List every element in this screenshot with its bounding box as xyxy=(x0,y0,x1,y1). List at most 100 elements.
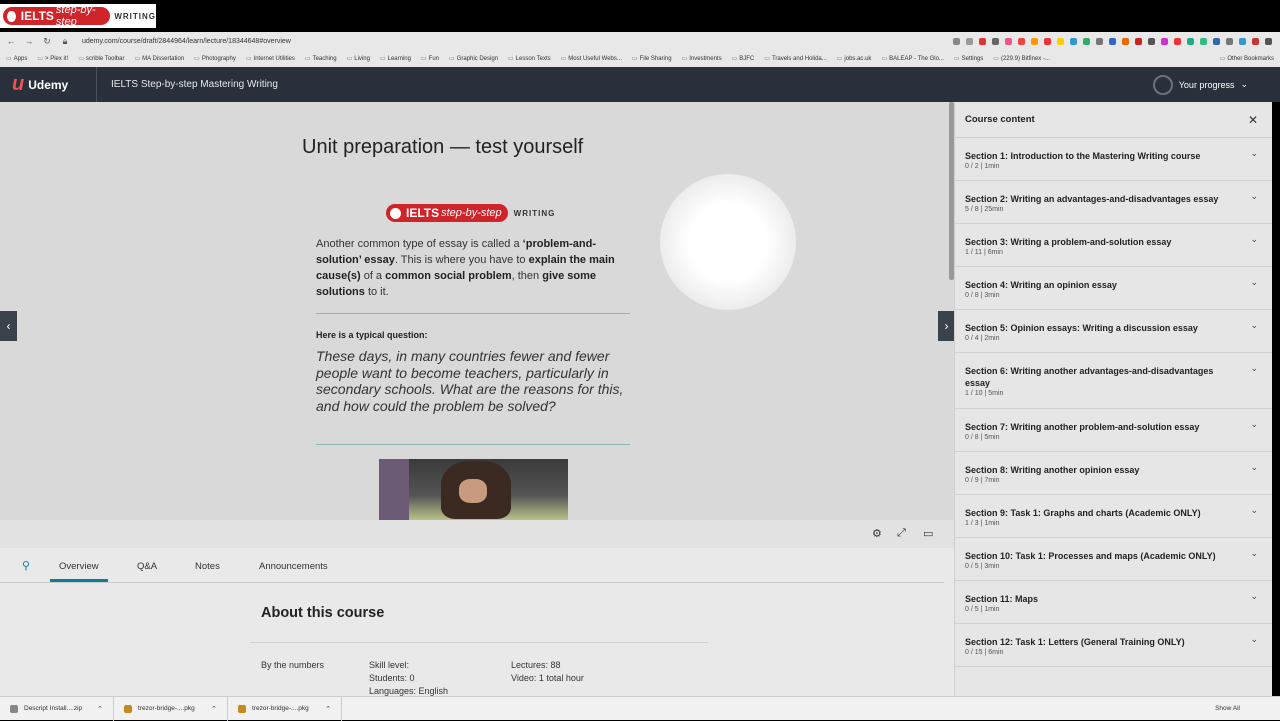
bookmark-item[interactable]: Graphic Design xyxy=(449,55,498,62)
video-length: Video: 1 total hour xyxy=(511,673,584,683)
bookmark-item[interactable]: Apps xyxy=(6,55,28,62)
download-item[interactable]: trezor-bridge-....pkg ⌃ xyxy=(228,696,342,721)
sidebar-section[interactable]: Section 6: Writing another advantages-an… xyxy=(955,353,1272,409)
bookmark-item[interactable]: BJFC xyxy=(732,55,754,62)
progress-button[interactable]: Your progress ⌄ xyxy=(1152,74,1280,95)
slide-text: to it. xyxy=(364,286,389,298)
extension-icon[interactable] xyxy=(1083,37,1090,45)
download-item[interactable]: Descript Install....zip ⌃ xyxy=(0,696,114,721)
settings-gear-icon[interactable]: ⚙ xyxy=(872,527,882,540)
course-title[interactable]: IELTS Step-by-step Mastering Writing xyxy=(97,79,278,90)
bookmark-item[interactable]: Settings xyxy=(954,55,984,62)
url-bar[interactable]: udemy.com/course/draft/2844964/learn/lec… xyxy=(82,38,291,45)
back-arrow-icon[interactable]: ← xyxy=(6,36,16,46)
sidebar-section[interactable]: Section 5: Opinion essays: Writing a dis… xyxy=(955,310,1272,353)
bookmark-item[interactable]: Internet Utilities xyxy=(246,55,295,62)
extension-icon[interactable] xyxy=(979,37,986,45)
section-meta: 0 / 2 | 1min xyxy=(965,163,1000,170)
bookmark-item[interactable]: (229.9) Bitfinex -... xyxy=(993,55,1050,62)
sidebar-section[interactable]: Section 4: Writing an opinion essay 0 / … xyxy=(955,267,1272,310)
fullscreen-icon[interactable]: ⤢ xyxy=(897,527,906,540)
extension-icon[interactable] xyxy=(1200,37,1207,45)
extension-icon[interactable] xyxy=(1109,37,1116,45)
star-icon[interactable] xyxy=(966,37,973,45)
by-numbers-label: By the numbers xyxy=(261,660,325,670)
bookmark-item[interactable]: jobs.ac.uk xyxy=(837,55,871,62)
overlay-logo-main: IELTS xyxy=(20,9,54,23)
reload-icon[interactable]: ↻ xyxy=(42,36,52,47)
section-meta: 0 / 9 | 7min xyxy=(965,477,1000,484)
extension-icon[interactable] xyxy=(1096,37,1103,45)
progress-label: Your progress xyxy=(1178,79,1235,90)
tab-qa[interactable]: Q&A xyxy=(137,561,157,572)
bookmark-item[interactable]: MA Dissertation xyxy=(134,55,184,62)
extension-icon[interactable] xyxy=(1070,37,1077,45)
theater-mode-icon[interactable]: ▭ xyxy=(923,527,933,540)
bookmark-item[interactable]: Lesson Texts xyxy=(508,55,551,62)
extension-icon[interactable] xyxy=(1239,37,1246,45)
extension-icon[interactable] xyxy=(1122,37,1129,45)
extension-icon[interactable] xyxy=(1018,37,1025,45)
extension-icon[interactable] xyxy=(1135,37,1142,45)
avatar-icon[interactable] xyxy=(1252,37,1259,45)
tab-notes[interactable]: Notes xyxy=(195,561,220,572)
udemy-logo[interactable]: u Udemy xyxy=(0,73,96,96)
bookmark-item[interactable]: Most Useful Webs... xyxy=(561,55,622,62)
zoom-icon[interactable] xyxy=(953,37,960,45)
extension-icon[interactable] xyxy=(1226,37,1233,45)
bookmark-item[interactable]: Learning xyxy=(380,55,411,62)
sidebar-section[interactable]: Section 7: Writing another problem-and-s… xyxy=(955,409,1272,452)
extension-icon[interactable] xyxy=(1174,37,1181,45)
next-lecture-button[interactable]: › xyxy=(938,311,954,341)
chevron-up-icon[interactable]: ⌃ xyxy=(97,705,103,713)
slide-text: of a xyxy=(360,270,386,282)
extension-icon[interactable] xyxy=(1005,37,1012,45)
forward-arrow-icon[interactable]: → xyxy=(24,36,34,46)
bookmark-item[interactable]: > Plex it! xyxy=(37,55,68,62)
bookmark-item[interactable]: BALEAP - The Glo... xyxy=(881,55,944,62)
lecture-player[interactable]: Unit preparation — test yourself IELTS s… xyxy=(0,102,954,520)
show-all-downloads[interactable]: Show All xyxy=(1215,705,1280,712)
other-bookmarks[interactable]: Other Bookmarks xyxy=(1220,55,1280,62)
slide-text: , then xyxy=(511,270,543,282)
chevron-up-icon[interactable]: ⌃ xyxy=(211,705,217,713)
cursor-highlight xyxy=(660,174,796,310)
bookmark-item[interactable]: Teaching xyxy=(305,55,337,62)
udemy-u-icon: u xyxy=(12,73,25,95)
about-title: About this course xyxy=(261,605,385,621)
downloads-bar: Descript Install....zip ⌃ trezor-bridge-… xyxy=(0,696,1280,721)
tab-overview[interactable]: Overview xyxy=(59,561,99,572)
chevron-up-icon[interactable]: ⌃ xyxy=(325,705,331,713)
sidebar-section[interactable]: Section 8: Writing another opinion essay… xyxy=(955,452,1272,495)
bookmark-item[interactable]: Travels and Holida... xyxy=(764,55,827,62)
course-tabs: ⚲ Overview Q&A Notes Announcements xyxy=(0,548,944,583)
bookmark-item[interactable]: Photography xyxy=(194,55,236,62)
sidebar-section[interactable]: Section 10: Task 1: Processes and maps (… xyxy=(955,538,1272,581)
extension-icon[interactable] xyxy=(1044,37,1051,45)
extension-icon[interactable] xyxy=(1161,37,1168,45)
sidebar-section[interactable]: Section 1: Introduction to the Mastering… xyxy=(955,138,1272,181)
extension-icon[interactable] xyxy=(1031,37,1038,45)
download-item[interactable]: trezor-bridge-....pkg ⌃ xyxy=(114,696,228,721)
tab-announcements[interactable]: Announcements xyxy=(259,561,328,572)
menu-dots-icon[interactable] xyxy=(1265,37,1272,45)
extension-icon[interactable] xyxy=(1148,37,1155,45)
sidebar-section[interactable]: Section 3: Writing a problem-and-solutio… xyxy=(955,224,1272,267)
extension-icon[interactable] xyxy=(1187,37,1194,45)
extension-icon[interactable] xyxy=(1057,37,1064,45)
sidebar-section[interactable]: Section 2: Writing an advantages-and-dis… xyxy=(955,181,1272,224)
bookmark-item[interactable]: scrible Toolbar xyxy=(78,55,125,62)
bookmark-item[interactable]: Living xyxy=(347,55,370,62)
previous-lecture-button[interactable]: ‹ xyxy=(0,311,17,341)
sidebar-section[interactable]: Section 11: Maps 0 / 5 | 1min ⌄ xyxy=(955,581,1272,624)
extension-icon[interactable] xyxy=(1213,37,1220,45)
search-icon[interactable]: ⚲ xyxy=(22,559,30,572)
sidebar-section[interactable]: Section 9: Task 1: Graphs and charts (Ac… xyxy=(955,495,1272,538)
sidebar-section[interactable]: Section 12: Task 1: Letters (General Tra… xyxy=(955,624,1272,667)
close-icon[interactable]: ✕ xyxy=(1248,113,1258,127)
bookmark-item[interactable]: File Sharing xyxy=(632,55,672,62)
languages: Languages: English xyxy=(369,686,449,696)
extension-icon[interactable] xyxy=(992,37,999,45)
bookmark-item[interactable]: Fun xyxy=(421,55,439,62)
bookmark-item[interactable]: Investments xyxy=(682,55,721,62)
